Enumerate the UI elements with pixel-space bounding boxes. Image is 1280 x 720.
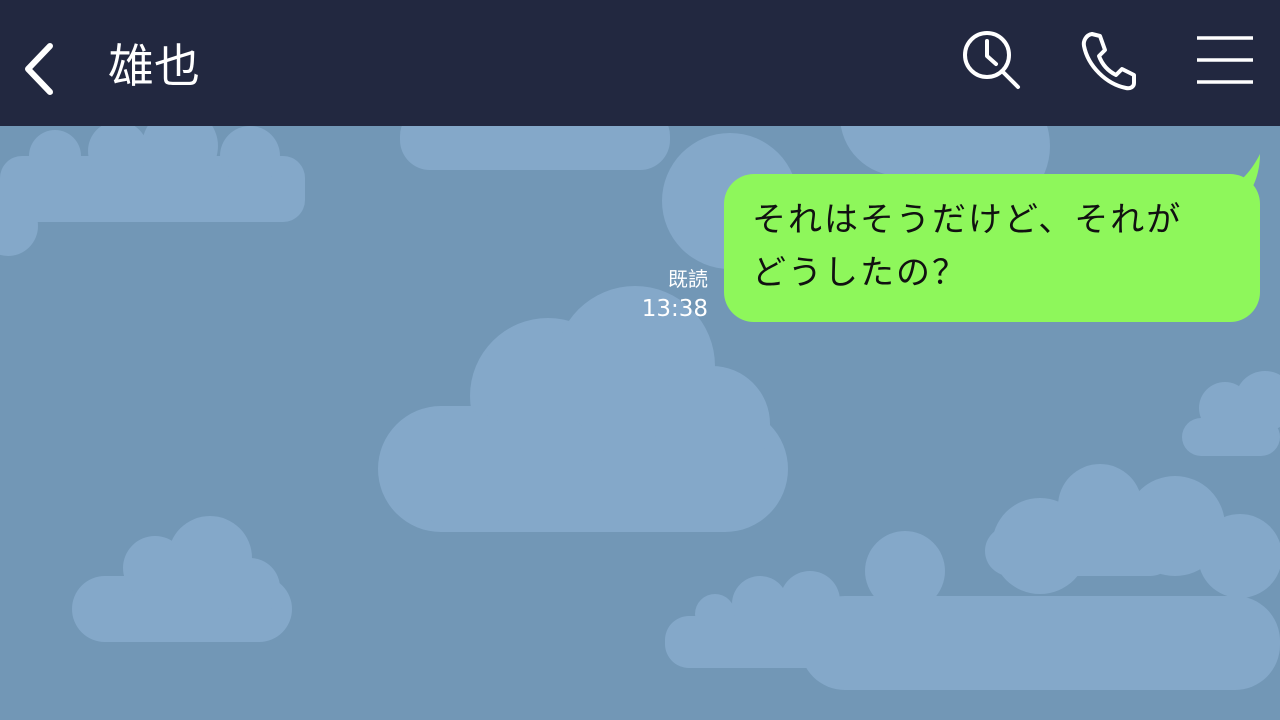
menu-button[interactable] [1192,32,1258,88]
search-clock-icon [963,31,1020,89]
hamburger-menu-icon [1197,36,1253,84]
contact-name: 雄也 [108,39,200,93]
chat-screen: 雄也 既読 13:38 それはそうだけど、それが どうしたの？ [0,0,1280,720]
message-time: 13:38 [641,296,708,322]
back-button[interactable] [14,34,70,100]
message-list: 既読 13:38 それはそうだけど、それが どうしたの？ [0,126,1280,720]
call-button[interactable] [1078,28,1138,92]
search-button[interactable] [958,26,1026,94]
message-text: それはそうだけど、それが どうしたの？ [752,200,1183,293]
chat-header: 雄也 [0,0,1280,126]
message-meta: 既読 13:38 [642,266,708,324]
phone-icon [1081,32,1136,91]
chevron-left-icon [25,43,53,95]
outgoing-message-bubble[interactable]: それはそうだけど、それが どうしたの？ [724,174,1260,322]
read-status: 既読 [668,267,708,291]
